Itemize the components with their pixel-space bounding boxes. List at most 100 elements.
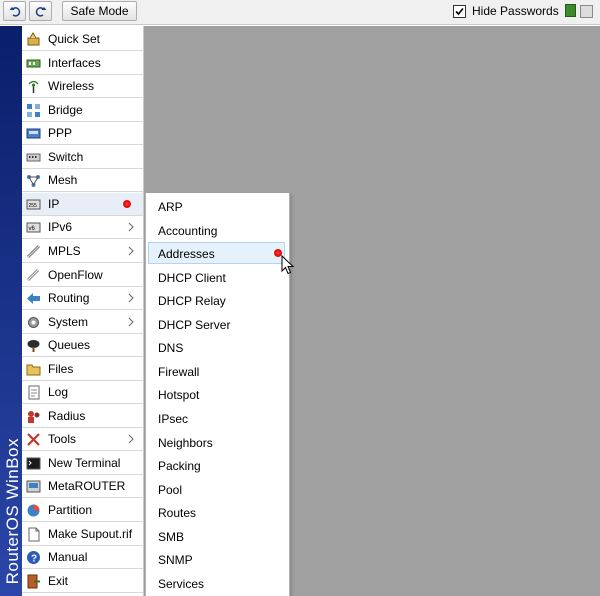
sidebar-item-label: Queues (48, 338, 91, 353)
sidebar-item-label: Radius (48, 408, 86, 423)
sidebar-item-metarouter[interactable]: MetaROUTER (22, 475, 143, 499)
sidebar-item-label: System (48, 314, 89, 329)
sidebar-item-wireless[interactable]: Wireless (22, 75, 143, 99)
sidebar-item-partition[interactable]: Partition (22, 499, 143, 522)
ip-submenu-item-dhcp-relay[interactable]: DHCP Relay (148, 289, 285, 311)
ip-submenu-item-neighbors[interactable]: Neighbors (148, 431, 285, 453)
sidebar-item-openflow[interactable]: OpenFlow (22, 264, 143, 287)
sidebar-item-label: IP (48, 196, 60, 211)
ip-submenu-item-smb[interactable]: SMB (148, 525, 285, 547)
ip-submenu-item-packing[interactable]: Packing (148, 454, 285, 476)
ip-submenu-item-label: Packing (158, 459, 201, 474)
files-icon (26, 362, 41, 377)
sidebar-item-label: Partition (48, 503, 93, 517)
undo-icon (9, 7, 20, 17)
sidebar-item-routing[interactable]: Routing (22, 287, 143, 311)
ip-submenu-item-label: Services (158, 576, 205, 591)
queues-icon (26, 338, 41, 353)
brand-bar: RouterOS WinBox (0, 26, 22, 596)
submenu-arrow-icon (128, 433, 134, 444)
ip-submenu-item-snmp[interactable]: SNMP (148, 548, 285, 570)
submenu-arrow-icon (128, 245, 134, 256)
sidebar-item-mpls[interactable]: MPLS (22, 240, 143, 263)
routing-icon (26, 291, 41, 306)
ip-submenu-item-label: DHCP Server (158, 317, 231, 332)
sidebar-item-label: Interfaces (48, 55, 101, 70)
sidebar-item-quick-set[interactable]: Quick Set (22, 28, 143, 51)
ipv6-icon: v6 (26, 220, 41, 235)
sidebar-item-queues[interactable]: Queues (22, 334, 143, 358)
ip-submenu-item-ipsec[interactable]: IPsec (148, 407, 285, 429)
sidebar-item-ppp[interactable]: PPP (22, 122, 143, 146)
ip-submenu-item-label: Routes (158, 506, 197, 521)
sidebar-item-label: OpenFlow (48, 267, 103, 282)
ip-submenu-item-label: Accounting (158, 223, 218, 238)
sidebar-item-mesh[interactable]: Mesh (22, 169, 143, 193)
toolbar: Safe Mode Hide Passwords (0, 0, 600, 25)
sidebar-item-label: New Terminal (48, 455, 121, 470)
ip-submenu-item-label: Pool (158, 482, 183, 497)
ip-submenu-item-routes[interactable]: Routes (148, 501, 285, 523)
sidebar-item-make-supout-rif[interactable]: Make Supout.rif (22, 523, 143, 546)
ip-submenu-item-firewall[interactable]: Firewall (148, 360, 285, 382)
sidebar-item-files[interactable]: Files (22, 358, 143, 381)
sidebar-item-label: PPP (48, 126, 73, 141)
gray-status-icon (580, 5, 593, 18)
ip-submenu-item-label: IPsec (158, 411, 189, 426)
checkmark-icon (455, 7, 464, 16)
redo-icon (35, 7, 46, 17)
ip-submenu-item-arp[interactable]: ARP (148, 195, 285, 217)
partition-icon (26, 503, 41, 518)
sidebar-item-label: Log (48, 385, 69, 400)
redo-button[interactable] (29, 1, 52, 21)
sidebar-item-radius[interactable]: Radius (22, 405, 143, 428)
sidebar-item-label: IPv6 (48, 220, 73, 235)
sidebar-item-label: Switch (48, 149, 84, 164)
ip-submenu-item-dhcp-server[interactable]: DHCP Server (148, 313, 285, 335)
terminal-icon (26, 456, 41, 471)
sidebar-item-interfaces[interactable]: Interfaces (22, 52, 143, 75)
sidebar-item-system[interactable]: System (22, 311, 143, 334)
manual-icon: ? (26, 550, 41, 565)
sidebar-item-exit[interactable]: Exit (22, 570, 143, 593)
quick-set-icon (26, 32, 41, 47)
ip-submenu-item-label: DHCP Client (158, 270, 226, 285)
ip-submenu-item-services[interactable]: Services (148, 572, 285, 594)
bridge-icon (26, 103, 41, 118)
sidebar-item-ip[interactable]: 255 IP (22, 192, 143, 216)
safe-mode-button[interactable]: Safe Mode (62, 1, 137, 21)
log-icon (26, 385, 41, 400)
undo-button[interactable] (3, 1, 26, 21)
exit-icon (26, 574, 41, 589)
ip-icon: 255 (26, 197, 41, 212)
sidebar-item-label: Tools (48, 432, 77, 447)
sidebar-item-label: Files (48, 361, 74, 376)
ip-submenu-item-pool[interactable]: Pool (148, 478, 285, 500)
svg-text:255: 255 (29, 203, 38, 209)
ip-submenu: ARP Accounting Addresses DHCP Client DHCP Re… (145, 193, 290, 596)
sidebar-item-log[interactable]: Log (22, 381, 143, 405)
ip-submenu-item-label: ARP (158, 200, 183, 214)
sidebar-item-label: Routing (48, 291, 90, 306)
sidebar-item-new-terminal[interactable]: New Terminal (22, 452, 143, 475)
mesh-icon (26, 173, 41, 188)
sidebar-item-bridge[interactable]: Bridge (22, 99, 143, 122)
sidebar-item-manual[interactable]: ? Manual (22, 546, 143, 570)
ip-submenu-item-hotspot[interactable]: Hotspot (148, 383, 285, 405)
sidebar-item-label: Manual (48, 550, 88, 565)
sidebar-item-label: Exit (48, 573, 69, 588)
sidebar-item-tools[interactable]: Tools (22, 428, 143, 452)
ip-submenu-item-label: Firewall (158, 364, 200, 379)
submenu-arrow-icon (128, 316, 134, 326)
sidebar-item-switch[interactable]: Switch (22, 146, 143, 169)
ip-submenu-item-accounting[interactable]: Accounting (148, 219, 285, 241)
hide-passwords-checkbox[interactable] (453, 5, 466, 18)
ip-submenu-item-label: SNMP (158, 553, 193, 568)
sidebar-item-ipv6[interactable]: v6 IPv6 (22, 216, 143, 240)
sidebar-item-label: MPLS (48, 243, 81, 258)
ip-submenu-item-dns[interactable]: DNS (148, 336, 285, 358)
sidebar-item-label: Quick Set (48, 32, 101, 46)
ip-submenu-item-dhcp-client[interactable]: DHCP Client (148, 266, 285, 288)
ip-submenu-item-label: DHCP Relay (158, 294, 226, 309)
ip-submenu-item-addresses[interactable]: Addresses (148, 242, 285, 265)
